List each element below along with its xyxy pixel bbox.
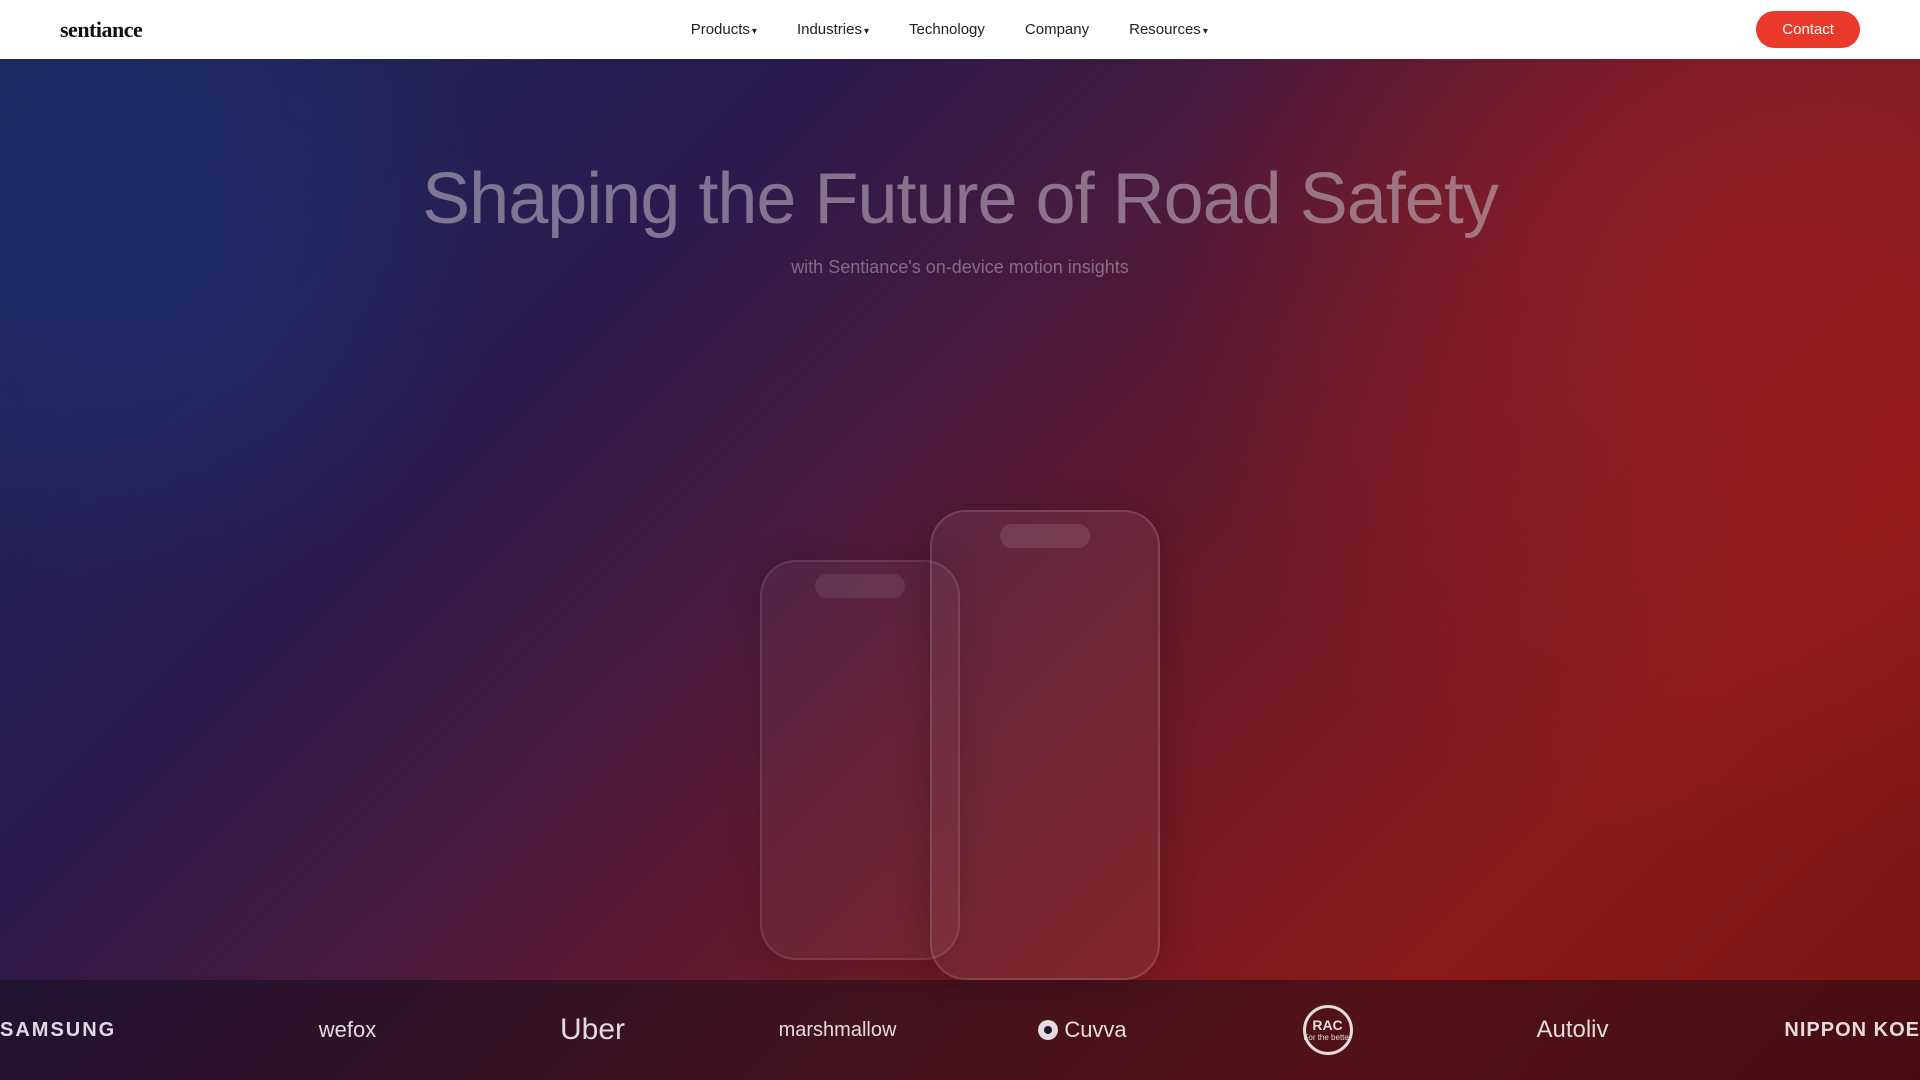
logo-cuvva: Cuvva [960,1017,1205,1043]
nav-technology[interactable]: Technology [909,21,985,38]
logo-wefox: wefox [225,1017,470,1043]
rac-badge: RAC For the better [1303,1005,1353,1055]
nav-links: Products▾ Industries▾ Technology Company… [691,21,1208,38]
contact-button[interactable]: Contact [1756,11,1860,48]
cuvva-dot-icon [1038,1020,1058,1040]
logos-inner: SAMSUNG wefox Uber marshmallow Cuvva RAC… [0,1005,1920,1055]
logo-rac: RAC For the better [1205,1005,1450,1055]
site-logo[interactable]: sentiance [60,17,142,43]
hero-section: Shaping the Future of Road Safety with S… [0,0,1920,1080]
logos-strip: SAMSUNG wefox Uber marshmallow Cuvva RAC… [0,980,1920,1080]
nav-products[interactable]: Products▾ [691,21,757,38]
logo-nippon: NIPPON KOE [1695,1019,1920,1042]
navbar: sentiance Products▾ Industries▾ Technolo… [0,0,1920,59]
nav-company[interactable]: Company [1025,21,1089,38]
logo-autoliv: Autoliv [1450,1016,1695,1044]
phone-mockup-right [930,510,1160,980]
logo-samsung: SAMSUNG [0,1019,225,1042]
hero-subtitle: with Sentiance's on-device motion insigh… [791,257,1129,278]
hero-title: Shaping the Future of Road Safety [422,160,1498,239]
logo-uber: Uber [470,1013,715,1047]
phones-illustration [760,510,1160,980]
nav-industries[interactable]: Industries▾ [797,21,869,38]
logo-marshmallow: marshmallow [715,1019,960,1042]
nav-resources[interactable]: Resources▾ [1129,21,1208,38]
